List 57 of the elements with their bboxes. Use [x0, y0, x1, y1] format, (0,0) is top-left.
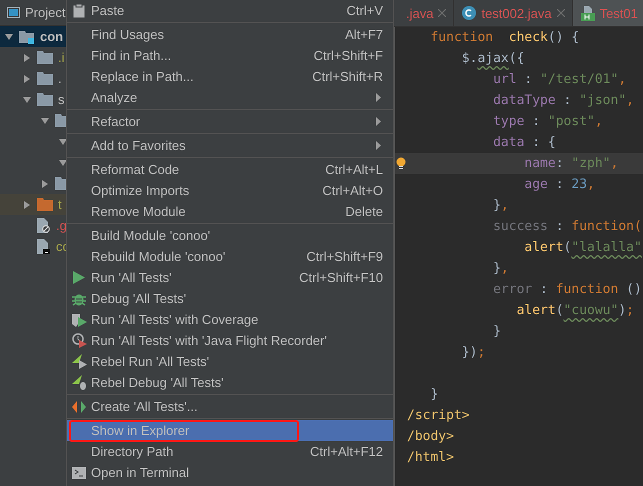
- shortcut-label: Ctrl+Alt+L: [325, 162, 383, 177]
- menu-item[interactable]: Optimize Imports Ctrl+Alt+O: [67, 180, 393, 201]
- menu-item[interactable]: Rebel Debug 'All Tests': [67, 372, 393, 393]
- tree-label[interactable]: s: [58, 92, 64, 107]
- menu-item[interactable]: Analyze: [67, 87, 393, 108]
- menu-item[interactable]: Run 'All Tests' Ctrl+Shift+F10: [67, 267, 393, 288]
- code-line: function check() {: [429, 30, 580, 45]
- menu-item[interactable]: Remove Module Delete: [67, 201, 393, 222]
- code-line: type : "post",: [492, 114, 603, 129]
- menu-item[interactable]: Open in Terminal: [67, 462, 393, 483]
- menu-item[interactable]: Replace in Path... Ctrl+Shift+R: [67, 66, 393, 87]
- code-line: }: [492, 324, 501, 339]
- menu-item[interactable]: Create 'All Tests'...: [67, 396, 393, 417]
- shortcut-label: Ctrl+V: [346, 3, 383, 18]
- menu-item[interactable]: Run 'All Tests' with 'Java Flight Recorder': [67, 330, 393, 351]
- menu-item[interactable]: Add to Favorites: [67, 135, 393, 156]
- code-line: success : function(: [492, 219, 642, 234]
- menu-item[interactable]: Build Module 'conoo': [67, 225, 393, 246]
- shortcut-label: Ctrl+Shift+R: [312, 69, 383, 84]
- code-line: error : function (): [492, 282, 642, 297]
- code-line: },: [492, 198, 509, 213]
- menu-item[interactable]: Rebuild Module 'conoo' Ctrl+Shift+F9: [67, 246, 393, 267]
- code-line: $.ajax({: [460, 51, 524, 66]
- tree-label[interactable]: t: [58, 197, 62, 212]
- menu-item[interactable]: Reformat Code Ctrl+Alt+L: [67, 159, 393, 180]
- code-line: /html>: [407, 450, 454, 465]
- shortcut-label: Ctrl+Alt+F12: [310, 444, 383, 459]
- code-line: /body>: [407, 429, 454, 444]
- code-line: }: [429, 387, 438, 402]
- shortcut-label: Ctrl+Alt+O: [322, 183, 383, 198]
- code-line: alert("lalalla": [523, 240, 642, 255]
- code-line: /script>: [407, 408, 470, 423]
- menu-item[interactable]: Find in Path... Ctrl+Shift+F: [67, 45, 393, 66]
- tree-label[interactable]: .i: [58, 50, 64, 65]
- panel-title[interactable]: Project: [25, 5, 66, 20]
- code-line: data : {: [492, 135, 556, 150]
- code-line: name: "zph",: [523, 156, 618, 171]
- menu-item[interactable]: Rebel Run 'All Tests': [67, 351, 393, 372]
- code-line: dataType : "json",: [492, 93, 634, 108]
- code-line: age : 23,: [523, 177, 595, 192]
- menu-item[interactable]: Directory Path Ctrl+Alt+F12: [67, 441, 393, 462]
- code-line: },: [492, 261, 509, 276]
- shortcut-label: Ctrl+Shift+F: [314, 48, 383, 63]
- shortcut-label: Ctrl+Shift+F9: [306, 249, 383, 264]
- shortcut-label: Ctrl+Shift+F10: [299, 270, 383, 285]
- menu-item[interactable]: Run 'All Tests' with Coverage: [67, 309, 393, 330]
- code-line: });: [460, 345, 486, 360]
- tree-label[interactable]: con: [40, 29, 64, 44]
- shortcut-label: Alt+F7: [345, 27, 383, 42]
- menu-item[interactable]: Find Usages Alt+F7: [67, 24, 393, 45]
- menu-item[interactable]: Debug 'All Tests': [67, 288, 393, 309]
- code-line: url : "/test/01",: [492, 72, 626, 87]
- shortcut-label: Delete: [345, 204, 383, 219]
- code-line: alert("cuowu");: [516, 303, 634, 318]
- tree-label[interactable]: .: [58, 71, 62, 86]
- menu-item[interactable]: Paste Ctrl+V: [67, 0, 393, 21]
- menu-item[interactable]: Refactor: [67, 111, 393, 132]
